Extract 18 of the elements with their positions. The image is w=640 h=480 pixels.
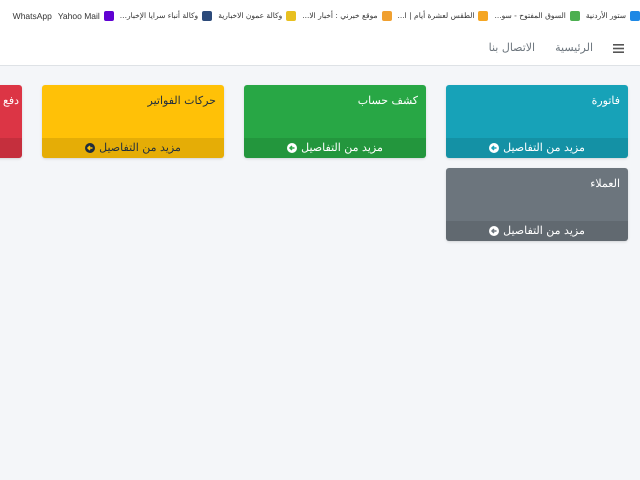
card-title: دفع — [2, 93, 19, 109]
bookmark-link[interactable]: Yahoo Mail — [58, 10, 100, 22]
nav-link[interactable]: الرئيسية — [555, 40, 593, 57]
card-title: العملاء — [590, 176, 620, 192]
arrow-circle-icon — [489, 143, 500, 153]
arrow-circle-icon — [287, 143, 298, 153]
card-title: حركات الفواتير — [148, 93, 216, 109]
more-info-link[interactable]: مزيد من التفاصيل — [287, 140, 383, 156]
more-info-link[interactable]: مزيد من التفاصيل — [489, 222, 585, 240]
card-title: كشف حساب — [358, 93, 418, 109]
more-info-link[interactable]: مزيد من التفاصيل — [489, 140, 585, 156]
more-info-link[interactable]: مزيد من التفاصيل — [85, 140, 181, 156]
arrow-circle-icon — [85, 143, 96, 153]
menu-icon[interactable] — [613, 44, 624, 53]
arrow-circle-icon — [489, 226, 500, 236]
nav-link[interactable]: الاتصال بنا — [488, 40, 536, 57]
card-title: فاتورة — [592, 93, 620, 109]
bookmark-link[interactable]: WhatsApp — [12, 10, 52, 22]
